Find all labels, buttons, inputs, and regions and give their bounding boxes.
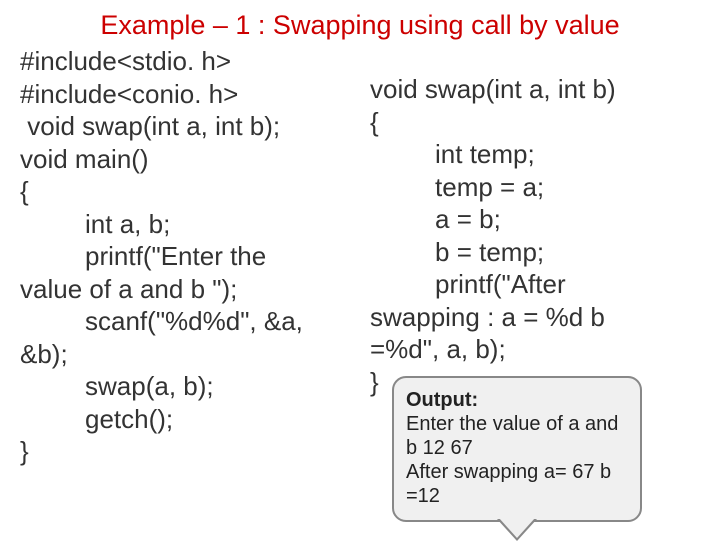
callout-tail [499,518,535,538]
output-line-2: After swapping a= 67 b =12 [406,460,628,508]
output-callout: Output: Enter the value of a and b 12 67… [392,376,642,522]
output-line-1: Enter the value of a and b 12 67 [406,412,628,460]
output-title: Output: [406,388,628,412]
slide-title: Example – 1 : Swapping using call by val… [0,0,720,45]
left-code-block: #include<stdio. h> #include<conio. h> vo… [20,45,360,468]
